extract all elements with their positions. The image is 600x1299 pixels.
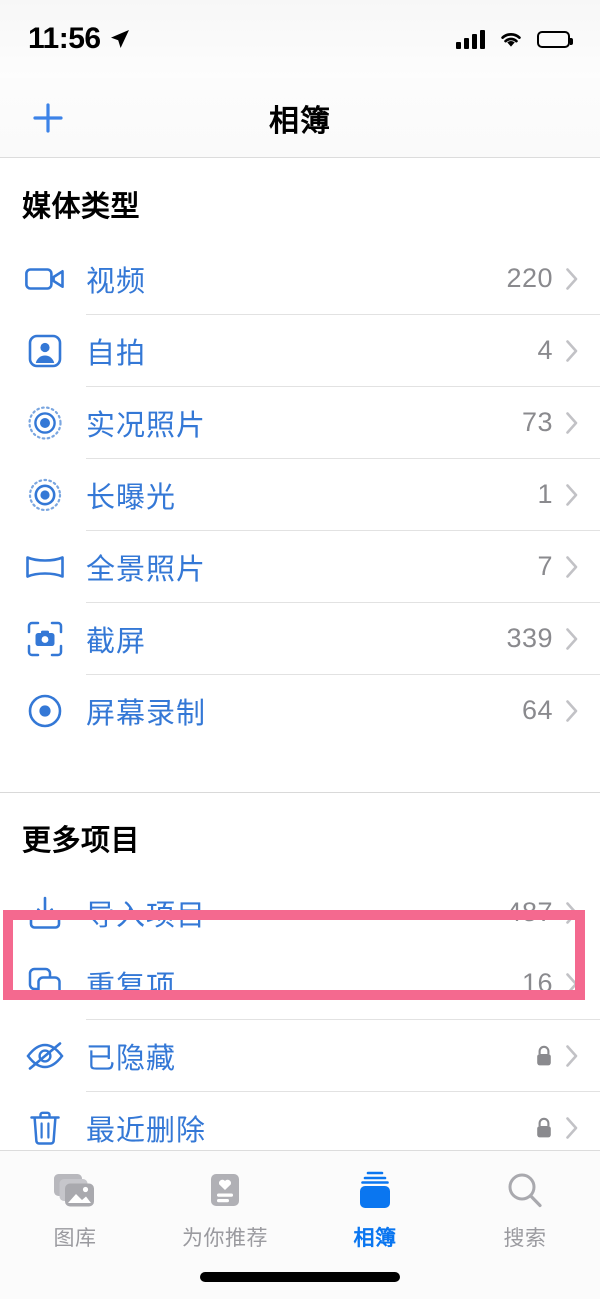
row-count: 1	[537, 479, 553, 509]
row-label: 导入项目	[86, 899, 207, 932]
chevron-right-icon	[566, 901, 578, 924]
row-imports[interactable]: 导入项目 487	[0, 877, 600, 948]
row-count: 4	[537, 335, 553, 365]
wifi-icon	[498, 29, 524, 49]
screenshot-icon	[22, 621, 68, 657]
status-bar-left: 11:56	[28, 22, 130, 56]
selfie-icon	[22, 334, 68, 368]
chevron-right-icon	[566, 411, 578, 434]
import-icon	[22, 895, 68, 931]
chevron-right-icon	[566, 1116, 578, 1139]
row-count: 487	[506, 897, 553, 927]
row-live-photos[interactable]: 实况照片 73	[0, 387, 600, 458]
section-header-other: 更多项目	[22, 825, 141, 857]
row-label: 自拍	[86, 337, 147, 370]
search-icon	[505, 1169, 545, 1213]
row-video[interactable]: 视频 220	[0, 243, 600, 314]
row-recently-deleted[interactable]: 最近删除	[0, 1092, 600, 1150]
chevron-right-icon	[566, 1044, 578, 1067]
long-exposure-icon	[22, 476, 68, 514]
photos-app-screen: 11:56 相簿 媒体类型 视频 220 自拍 4 实况照片 73 长曝光 1 …	[0, 0, 600, 1299]
row-selfies[interactable]: 自拍 4	[0, 315, 600, 386]
albums-icon	[354, 1169, 396, 1213]
plus-icon	[31, 101, 65, 135]
duplicates-icon	[22, 966, 68, 1002]
trash-icon	[22, 1110, 68, 1146]
row-duplicates[interactable]: 重复项 16	[0, 948, 600, 1019]
row-panoramas[interactable]: 全景照片 7	[0, 531, 600, 602]
chevron-right-icon	[566, 972, 578, 995]
tab-albums[interactable]: 相簿	[300, 1169, 450, 1252]
row-count: 16	[521, 968, 553, 998]
chevron-right-icon	[566, 267, 578, 290]
navigation-bar: 相簿	[0, 78, 600, 158]
row-label: 重复项	[86, 970, 177, 1003]
status-bar: 11:56	[0, 0, 600, 78]
tab-label: 图库	[53, 1227, 97, 1250]
tab-label: 相簿	[353, 1227, 397, 1250]
row-label: 最近删除	[86, 1114, 207, 1147]
panorama-icon	[22, 552, 68, 582]
home-indicator	[200, 1272, 400, 1282]
add-album-button[interactable]	[26, 96, 70, 140]
page-title: 相簿	[269, 104, 331, 138]
video-icon	[22, 264, 68, 294]
for-you-icon	[207, 1169, 243, 1213]
lock-icon	[535, 1117, 553, 1139]
tab-bar: 图库 为你推荐 相簿 搜索	[0, 1150, 600, 1299]
row-label: 视频	[86, 265, 147, 298]
chevron-right-icon	[566, 627, 578, 650]
chevron-right-icon	[566, 555, 578, 578]
cellular-bars-icon	[456, 29, 485, 49]
section-header-media-types: 媒体类型	[22, 191, 141, 223]
photos-library-icon	[52, 1169, 98, 1213]
live-photo-icon	[22, 404, 68, 442]
battery-icon	[537, 30, 573, 48]
row-count: 73	[521, 407, 553, 437]
row-count: 7	[537, 551, 553, 581]
row-count: 220	[506, 263, 553, 293]
tab-library[interactable]: 图库	[0, 1169, 150, 1252]
albums-list[interactable]: 媒体类型 视频 220 自拍 4 实况照片 73 长曝光 1 全景照片 7 截屏…	[0, 159, 600, 1150]
row-label: 屏幕录制	[86, 697, 207, 730]
tab-label: 搜索	[503, 1227, 547, 1250]
row-count: 64	[521, 695, 553, 725]
lock-icon	[535, 1045, 553, 1067]
tab-search[interactable]: 搜索	[450, 1169, 600, 1252]
chevron-right-icon	[566, 699, 578, 722]
tab-label: 为你推荐	[182, 1227, 268, 1250]
chevron-right-icon	[566, 483, 578, 506]
row-long-exposure[interactable]: 长曝光 1	[0, 459, 600, 530]
chevron-right-icon	[566, 339, 578, 362]
status-bar-right	[456, 29, 573, 49]
row-count: 339	[506, 623, 553, 653]
row-label: 长曝光	[86, 481, 177, 514]
screen-recording-icon	[22, 693, 68, 729]
row-screen-recordings[interactable]: 屏幕录制 64	[0, 675, 600, 746]
row-label: 全景照片	[86, 553, 207, 586]
row-hidden[interactable]: 已隐藏	[0, 1020, 600, 1091]
hidden-eye-icon	[22, 1041, 68, 1071]
row-label: 实况照片	[86, 409, 207, 442]
row-label: 截屏	[86, 625, 147, 658]
status-bar-clock: 11:56	[28, 22, 101, 55]
row-label: 已隐藏	[86, 1042, 177, 1075]
row-screenshots[interactable]: 截屏 339	[0, 603, 600, 674]
tab-for-you[interactable]: 为你推荐	[150, 1169, 300, 1252]
location-arrow-icon	[110, 29, 130, 49]
